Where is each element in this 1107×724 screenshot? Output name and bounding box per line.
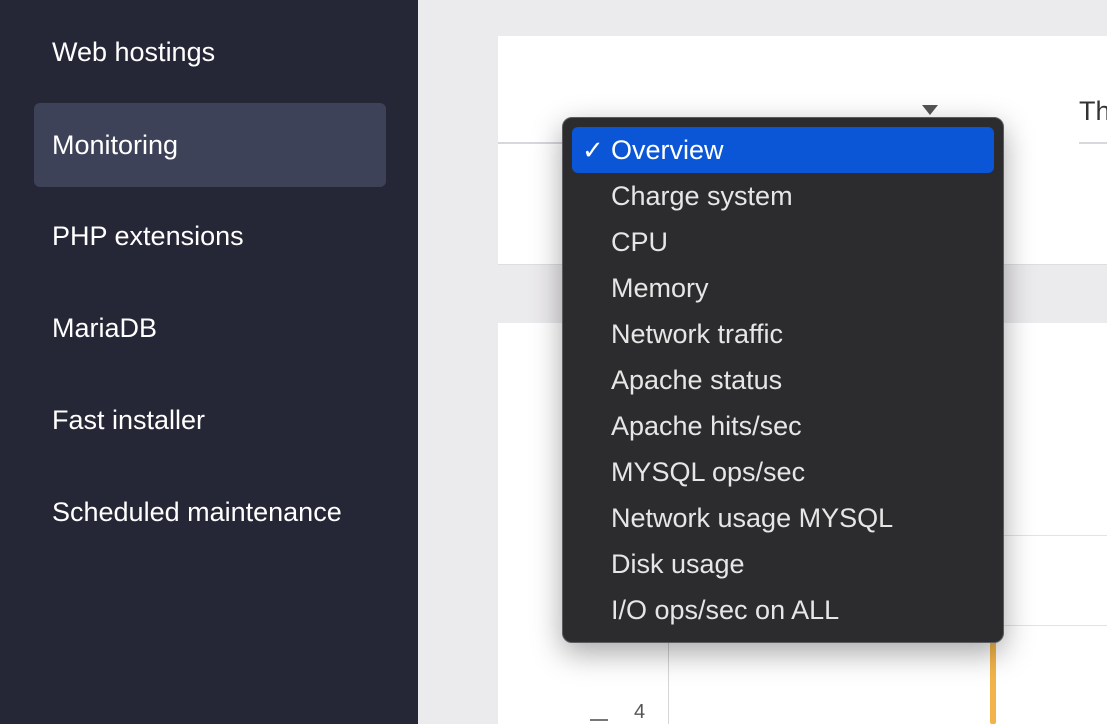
- sidebar-item-web-hostings[interactable]: Web hostings: [34, 10, 386, 94]
- menu-item-label: CPU: [611, 227, 669, 257]
- menu-item-network-traffic[interactable]: Network traffic: [572, 311, 994, 357]
- period-select-underline: [1079, 142, 1107, 144]
- menu-item-label: Disk usage: [611, 549, 745, 579]
- menu-item-io-ops[interactable]: I/O ops/sec on ALL: [572, 587, 994, 633]
- sidebar-item-monitoring[interactable]: Monitoring: [34, 103, 386, 187]
- menu-item-disk-usage[interactable]: Disk usage: [572, 541, 994, 587]
- checkmark-icon: ✓: [582, 135, 604, 165]
- menu-item-label: Apache hits/sec: [611, 411, 802, 441]
- menu-item-label: Network usage MYSQL: [611, 503, 894, 533]
- sidebar-item-fast-installer[interactable]: Fast installer: [34, 378, 386, 462]
- menu-item-mysql-ops[interactable]: MYSQL ops/sec: [572, 449, 994, 495]
- app-window: Web hostings Monitoring PHP extensions M…: [0, 0, 1107, 724]
- menu-item-label: Network traffic: [611, 319, 784, 349]
- sidebar-item-mariadb[interactable]: MariaDB: [34, 286, 386, 370]
- menu-item-label: I/O ops/sec on ALL: [611, 595, 840, 625]
- chart-y-tick-label: 4: [634, 701, 646, 723]
- caret-down-icon[interactable]: [922, 105, 938, 115]
- sidebar-item-scheduled-maintenance[interactable]: Scheduled maintenance: [34, 470, 386, 554]
- menu-item-label: Charge system: [611, 181, 793, 211]
- menu-item-memory[interactable]: Memory: [572, 265, 994, 311]
- menu-item-apache-hits[interactable]: Apache hits/sec: [572, 403, 994, 449]
- menu-item-cpu[interactable]: CPU: [572, 219, 994, 265]
- menu-item-label: MYSQL ops/sec: [611, 457, 806, 487]
- menu-item-label: Overview: [611, 135, 724, 165]
- menu-item-charge-system[interactable]: Charge system: [572, 173, 994, 219]
- menu-item-label: Apache status: [611, 365, 783, 395]
- metric-dropdown-menu: ✓ Overview Charge system CPU Memory Netw…: [562, 117, 1004, 643]
- period-select-label[interactable]: Th: [1079, 96, 1107, 127]
- menu-item-network-usage-mysql[interactable]: Network usage MYSQL: [572, 495, 994, 541]
- menu-item-overview[interactable]: ✓ Overview: [572, 127, 994, 173]
- sidebar: Web hostings Monitoring PHP extensions M…: [0, 0, 418, 724]
- menu-item-apache-status[interactable]: Apache status: [572, 357, 994, 403]
- sidebar-item-php-extensions[interactable]: PHP extensions: [34, 194, 386, 278]
- menu-item-label: Memory: [611, 273, 709, 303]
- legend-toggle-icon[interactable]: [590, 719, 608, 721]
- chart-series-bar: [990, 633, 996, 724]
